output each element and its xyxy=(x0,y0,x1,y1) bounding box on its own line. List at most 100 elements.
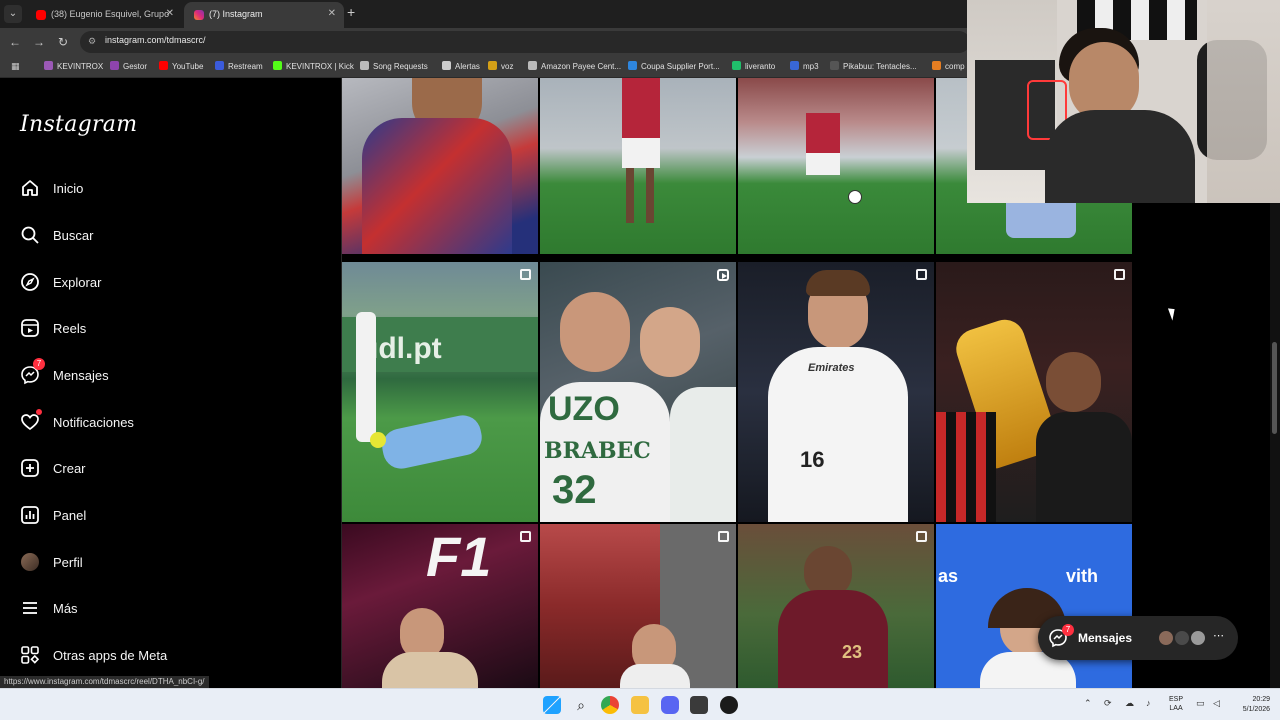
tray-sync-icon[interactable]: ⟳ xyxy=(1104,698,1112,709)
close-icon[interactable]: ✕ xyxy=(166,2,174,26)
nav-crear[interactable]: Crear xyxy=(20,458,320,482)
tab-label: (7) Instagram xyxy=(209,9,263,19)
windows-start-icon[interactable] xyxy=(543,696,561,714)
tray-cloud-icon[interactable]: ☁ xyxy=(1125,698,1134,709)
bookmark-item[interactable]: Restream xyxy=(215,61,263,71)
status-url-tooltip: https://www.instagram.com/tdmascrc/reel/… xyxy=(0,676,209,688)
sponsor-text: as xyxy=(938,566,959,586)
post-vitharesponsor-woman[interactable]: vith as xyxy=(936,524,1132,688)
obs-app-icon[interactable] xyxy=(690,696,708,714)
apps-grid-icon[interactable]: ▦ xyxy=(11,61,22,72)
chart-icon xyxy=(21,506,39,524)
heart-icon xyxy=(21,414,39,431)
nav-mas[interactable]: Más xyxy=(20,598,320,622)
reload-icon[interactable]: ↻ xyxy=(54,33,72,51)
bookmark-item[interactable]: liveranto xyxy=(732,61,775,71)
reel-icon xyxy=(717,269,729,281)
avatar xyxy=(1174,630,1190,646)
bookmark-favicon-icon xyxy=(628,61,637,70)
bookmark-item[interactable]: Alertas xyxy=(442,61,480,71)
post-atletico-woman[interactable] xyxy=(540,524,736,688)
nav-inicio[interactable]: Inicio xyxy=(20,178,320,202)
bookmark-favicon-icon xyxy=(159,61,168,70)
discord-icon[interactable] xyxy=(661,696,679,714)
messages-badge: 7 xyxy=(1062,624,1074,636)
bookmark-label: KEVINTROX | Kick xyxy=(286,62,354,71)
post-trophy-celebration[interactable] xyxy=(936,262,1132,522)
instagram-logo[interactable]: Instagram xyxy=(20,112,137,137)
bookmark-item[interactable]: comp xyxy=(932,61,965,71)
search-icon[interactable]: ⌕ xyxy=(572,696,590,714)
nav-panel[interactable]: Panel xyxy=(20,505,320,529)
close-icon[interactable]: ✕ xyxy=(328,2,336,26)
nav-explorar[interactable]: Explorar xyxy=(20,272,320,296)
post-f1-beckham[interactable]: F1 xyxy=(342,524,538,688)
tray-volume-icon[interactable]: ◁ xyxy=(1213,698,1220,709)
post-venezuela-player[interactable]: 23 xyxy=(738,524,934,688)
home-icon xyxy=(22,180,38,196)
bookmark-favicon-icon xyxy=(110,61,119,70)
search-icon xyxy=(21,226,39,244)
compass-icon xyxy=(21,273,39,291)
nav-label: Crear xyxy=(53,461,86,476)
post-player-ball[interactable] xyxy=(738,78,934,254)
carousel-icon xyxy=(520,531,531,542)
tab-search-chevron-icon[interactable]: ⌄ xyxy=(4,5,22,23)
menu-icon xyxy=(23,602,37,614)
bookmark-item[interactable]: Gestor xyxy=(110,61,147,71)
bookmark-item[interactable]: KEVINTROX xyxy=(44,61,103,71)
nav-label: Otras apps de Meta xyxy=(53,648,168,663)
bookmark-label: Song Requests xyxy=(373,62,428,71)
tab-instagram[interactable]: (7) Instagram ✕ xyxy=(184,2,344,28)
bookmark-label: Gestor xyxy=(123,62,148,71)
nav-otras-apps[interactable]: Otras apps de Meta xyxy=(20,645,320,669)
bookmark-label: mp3 xyxy=(803,62,819,71)
bookmark-label: comp xyxy=(945,62,965,71)
notification-dot xyxy=(36,409,42,415)
obs-icon[interactable] xyxy=(720,696,738,714)
bookmark-item[interactable]: Amazon Payee Cent... xyxy=(528,61,621,71)
post-match-goalkeeper[interactable]: ıdl.pt xyxy=(342,262,538,522)
nav-buscar[interactable]: Buscar xyxy=(20,225,320,249)
nav-notificaciones[interactable]: Notificaciones xyxy=(20,409,320,436)
instagram-icon xyxy=(194,9,204,20)
scrollbar-thumb[interactable] xyxy=(1272,342,1277,434)
bookmark-item[interactable]: mp3 xyxy=(790,61,819,71)
bookmark-item[interactable]: Pikabuu: Tentacles... xyxy=(830,61,917,71)
bookmark-label: Amazon Payee Cent... xyxy=(541,62,622,71)
bookmark-item[interactable]: Coupa Supplier Port... xyxy=(628,61,720,71)
nav-perfil[interactable]: Perfil xyxy=(20,552,320,576)
bookmark-item[interactable]: Song Requests xyxy=(360,61,428,71)
messages-pill[interactable]: 7 Mensajes ⋯ xyxy=(1038,616,1238,660)
bookmark-favicon-icon xyxy=(528,61,537,70)
back-icon[interactable]: ← xyxy=(6,33,24,51)
stadium-banner-text: ıdl.pt xyxy=(370,332,442,365)
post-player-walking[interactable] xyxy=(540,78,736,254)
tray-chevron-icon[interactable]: ⌃ xyxy=(1084,698,1092,709)
address-bar[interactable]: ⚙ instagram.com/tdmascrc/ xyxy=(80,31,970,53)
bookmark-item[interactable]: voz xyxy=(488,61,513,71)
lang-bottom: LAA xyxy=(1169,705,1183,712)
messages-label: Mensajes xyxy=(1078,631,1133,645)
bookmark-label: Pikabuu: Tentacles... xyxy=(843,62,917,71)
chrome-icon[interactable] xyxy=(601,696,619,714)
forward-icon[interactable]: → xyxy=(30,33,48,51)
nav-reels[interactable]: Reels xyxy=(20,318,320,342)
nav-label: Explorar xyxy=(53,275,102,290)
input-language[interactable]: ESP LAA xyxy=(1169,695,1183,713)
file-explorer-icon[interactable] xyxy=(631,696,649,714)
post-real-madrid-player[interactable]: Emirates 16 xyxy=(738,262,934,522)
site-info-icon[interactable]: ⚙ xyxy=(88,36,100,48)
bookmark-item[interactable]: YouTube xyxy=(159,61,203,71)
nav-label: Perfil xyxy=(53,555,83,570)
tab-youtube[interactable]: (38) Eugenio Esquivel, Grupo M ✕ xyxy=(26,2,182,43)
new-tab-button[interactable]: + xyxy=(347,4,355,20)
tray-mic-icon[interactable]: ♪ xyxy=(1146,698,1151,708)
nav-mensajes[interactable]: 7 Mensajes xyxy=(20,358,320,389)
bookmark-item[interactable]: KEVINTROX | Kick xyxy=(273,61,354,71)
taskbar-clock[interactable]: 20:29 5/1/2026 xyxy=(1232,695,1270,715)
post-player-red-shirt[interactable] xyxy=(342,78,538,254)
post-brabec-celebration[interactable]: UZO BRABEC 32 xyxy=(540,262,736,522)
tray-display-icon[interactable]: ▭ xyxy=(1196,698,1205,709)
more-icon[interactable]: ⋯ xyxy=(1213,629,1224,642)
